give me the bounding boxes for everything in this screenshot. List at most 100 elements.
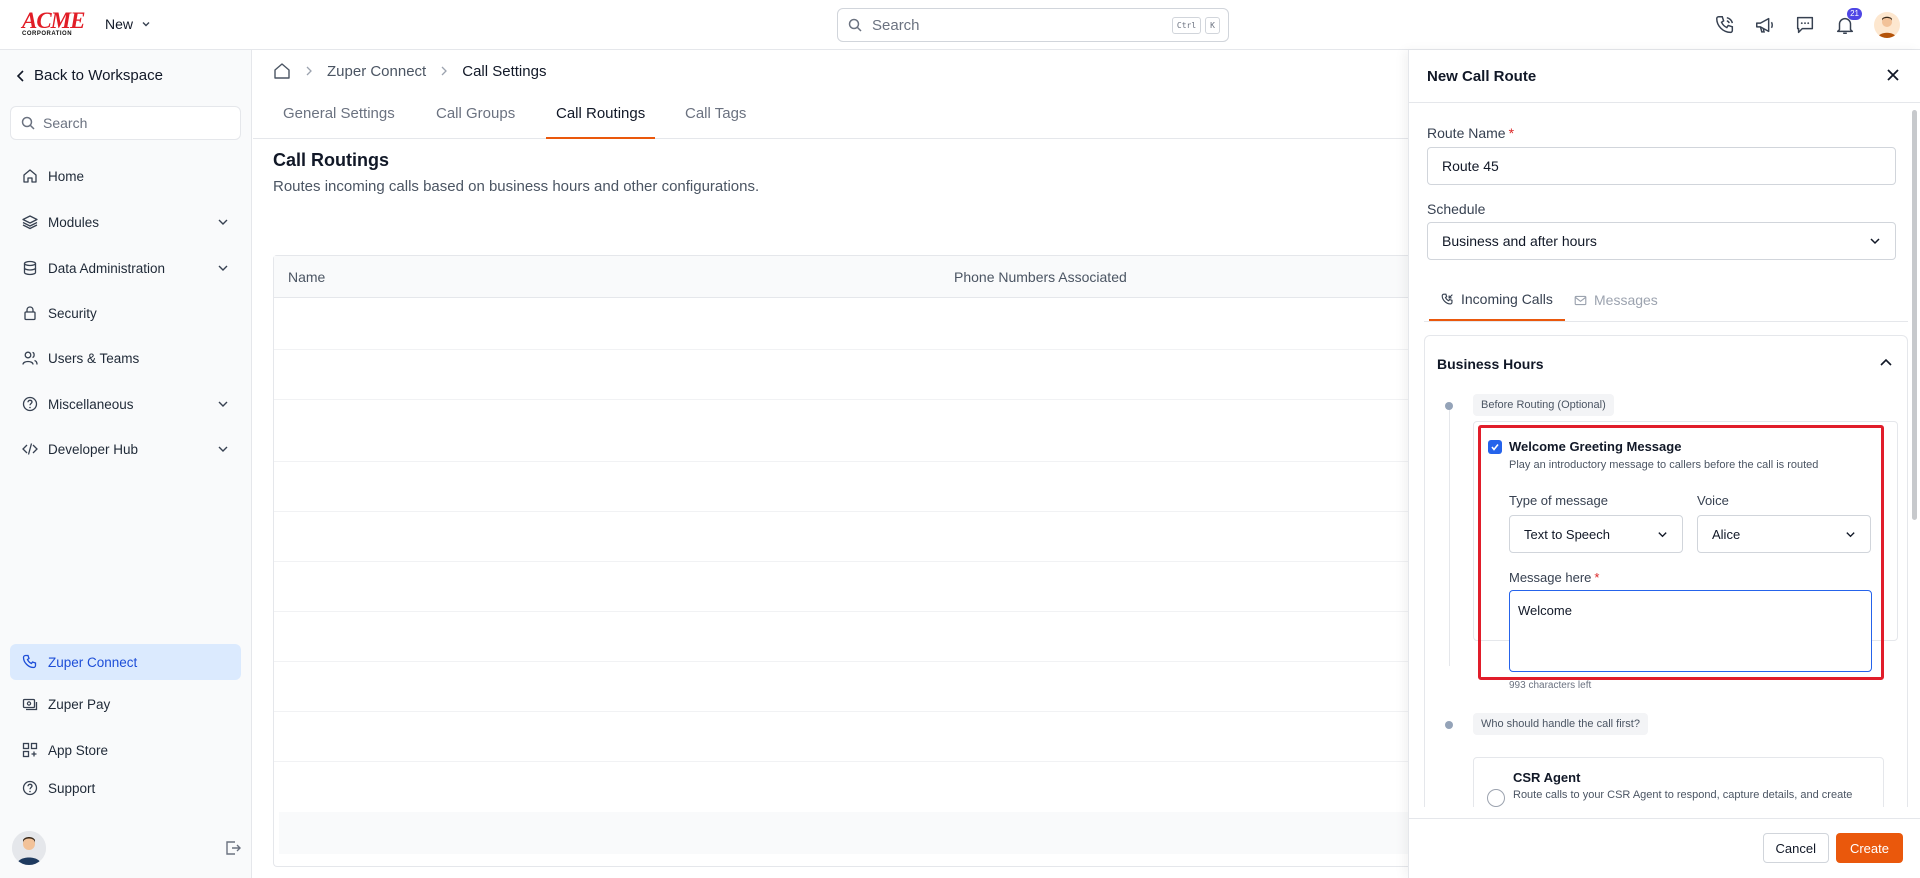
breadcrumb-item-zuper-connect[interactable]: Zuper Connect — [327, 63, 426, 80]
csr-agent-radio[interactable] — [1487, 789, 1505, 807]
table-row — [274, 561, 1408, 562]
chevron-up-icon[interactable] — [1879, 356, 1893, 370]
breadcrumb-item-call-settings: Call Settings — [462, 62, 547, 80]
table-pagination-bar — [279, 812, 1408, 854]
sidebar-item-modules[interactable]: Modules — [10, 204, 241, 240]
home-icon[interactable] — [273, 62, 291, 80]
sidebar-item-users-teams[interactable]: Users & Teams — [10, 340, 241, 376]
user-avatar[interactable] — [1874, 12, 1900, 38]
timeline-line — [1449, 406, 1450, 666]
global-search[interactable]: Ctrl K — [837, 8, 1229, 42]
table-row — [274, 711, 1408, 712]
payment-icon — [22, 696, 38, 712]
create-button[interactable]: Create — [1835, 833, 1903, 863]
avatar[interactable] — [12, 831, 46, 865]
route-name-label-text: Route Name — [1427, 125, 1506, 141]
table-row — [274, 399, 1408, 400]
call-routings-table: Name Phone Numbers Associated — [273, 255, 1408, 867]
chat-icon[interactable] — [1794, 14, 1816, 36]
chevron-down-icon — [218, 401, 228, 407]
table-row — [274, 511, 1408, 512]
timeline-dot — [1445, 721, 1453, 729]
page-description: Routes incoming calls based on business … — [273, 178, 760, 195]
tab-messages-label: Messages — [1594, 292, 1658, 308]
sidebar-item-developer-hub[interactable]: Developer Hub — [10, 431, 241, 467]
chevron-right-icon — [306, 66, 312, 76]
close-icon[interactable] — [1884, 66, 1902, 84]
company-logo[interactable]: ACME CORPORATION — [22, 8, 86, 37]
logo-text: ACME — [22, 8, 85, 33]
settings-tabs: General Settings Call Groups Call Routin… — [253, 94, 1408, 139]
breadcrumb: Zuper Connect Call Settings — [273, 62, 546, 80]
message-here-label-text: Message here — [1509, 570, 1592, 585]
type-of-message-value: Text to Speech — [1524, 526, 1610, 542]
tab-call-tags[interactable]: Call Tags — [685, 94, 746, 139]
greeting-title: Welcome Greeting Message — [1509, 439, 1682, 454]
phone-call-icon[interactable] — [1714, 14, 1736, 36]
table-row — [274, 611, 1408, 612]
table-header: Name Phone Numbers Associated — [274, 256, 1408, 298]
column-header-phone-numbers: Phone Numbers Associated — [954, 269, 1127, 285]
tab-call-routings[interactable]: Call Routings — [546, 94, 656, 139]
code-icon — [22, 441, 38, 457]
sidebar-item-label: Miscellaneous — [48, 396, 134, 412]
tab-incoming-calls[interactable]: Incoming Calls — [1429, 279, 1565, 321]
logout-icon[interactable] — [224, 839, 242, 857]
welcome-greeting-checkbox[interactable] — [1488, 440, 1502, 454]
route-name-field[interactable]: Route 45 — [1427, 147, 1896, 185]
route-name-label: Route Name * — [1427, 125, 1515, 141]
sidebar-item-data-administration[interactable]: Data Administration — [10, 250, 241, 286]
search-icon — [21, 116, 35, 130]
message-textarea[interactable]: Welcome — [1509, 590, 1872, 672]
tab-general-settings[interactable]: General Settings — [283, 94, 395, 139]
voice-label: Voice — [1697, 493, 1729, 508]
column-header-name: Name — [288, 269, 326, 285]
characters-left: 993 characters left — [1509, 680, 1592, 691]
sidebar-item-miscellaneous[interactable]: Miscellaneous — [10, 386, 241, 422]
business-hours-card: Business Hours Before Routing (Optional)… — [1424, 335, 1908, 807]
sidebar-item-home[interactable]: Home — [10, 158, 241, 194]
sidebar: Back to Workspace Home Modules Data Admi… — [0, 50, 252, 878]
panel-scrollbar[interactable] — [1912, 110, 1917, 520]
chevron-left-icon — [16, 69, 24, 82]
sidebar-item-zuper-connect[interactable]: Zuper Connect — [10, 644, 241, 680]
top-icons: 21 — [1714, 8, 1900, 38]
search-icon — [848, 18, 862, 32]
cancel-button[interactable]: Cancel — [1762, 833, 1829, 863]
csr-agent-title: CSR Agent — [1513, 770, 1581, 785]
notification-badge: 21 — [1847, 8, 1862, 20]
voice-select[interactable]: Alice — [1697, 515, 1871, 553]
chevron-down-icon — [218, 446, 228, 452]
bell-icon[interactable]: 21 — [1834, 8, 1862, 36]
schedule-select[interactable]: Business and after hours — [1427, 222, 1896, 260]
business-hours-title: Business Hours — [1437, 356, 1544, 372]
sidebar-item-label: Modules — [48, 214, 100, 230]
route-tabs: Incoming Calls Messages — [1427, 279, 1897, 321]
sidebar-item-label: Data Administration — [48, 260, 166, 276]
panel-title: New Call Route — [1427, 68, 1537, 85]
sidebar-item-zuper-pay[interactable]: Zuper Pay — [10, 686, 241, 722]
sidebar-item-support[interactable]: Support — [10, 770, 241, 806]
top-bar: ACME CORPORATION New Ctrl K 21 — [0, 0, 1920, 50]
type-of-message-select[interactable]: Text to Speech — [1509, 515, 1683, 553]
check-icon — [1491, 444, 1499, 451]
sidebar-search-input[interactable] — [43, 115, 223, 131]
sidebar-item-app-store[interactable]: App Store — [10, 732, 241, 768]
sidebar-item-label: Zuper Pay — [48, 696, 111, 712]
sidebar-footer — [12, 828, 242, 868]
tab-call-groups[interactable]: Call Groups — [436, 94, 515, 139]
sidebar-item-label: App Store — [48, 742, 109, 758]
panel-footer: Cancel Create — [1409, 818, 1920, 878]
sidebar-item-security[interactable]: Security — [10, 295, 241, 331]
sidebar-search[interactable] — [10, 106, 241, 140]
mail-icon — [1574, 295, 1587, 305]
back-to-workspace-link[interactable]: Back to Workspace — [16, 67, 163, 84]
megaphone-icon[interactable] — [1754, 14, 1776, 36]
table-row — [274, 349, 1408, 350]
table-row — [274, 761, 1408, 762]
new-button[interactable]: New — [105, 16, 151, 32]
global-search-input[interactable] — [872, 16, 1168, 34]
tab-messages[interactable]: Messages — [1562, 279, 1670, 321]
sidebar-item-label: Developer Hub — [48, 441, 139, 457]
message-here-label: Message here * — [1509, 570, 1600, 585]
